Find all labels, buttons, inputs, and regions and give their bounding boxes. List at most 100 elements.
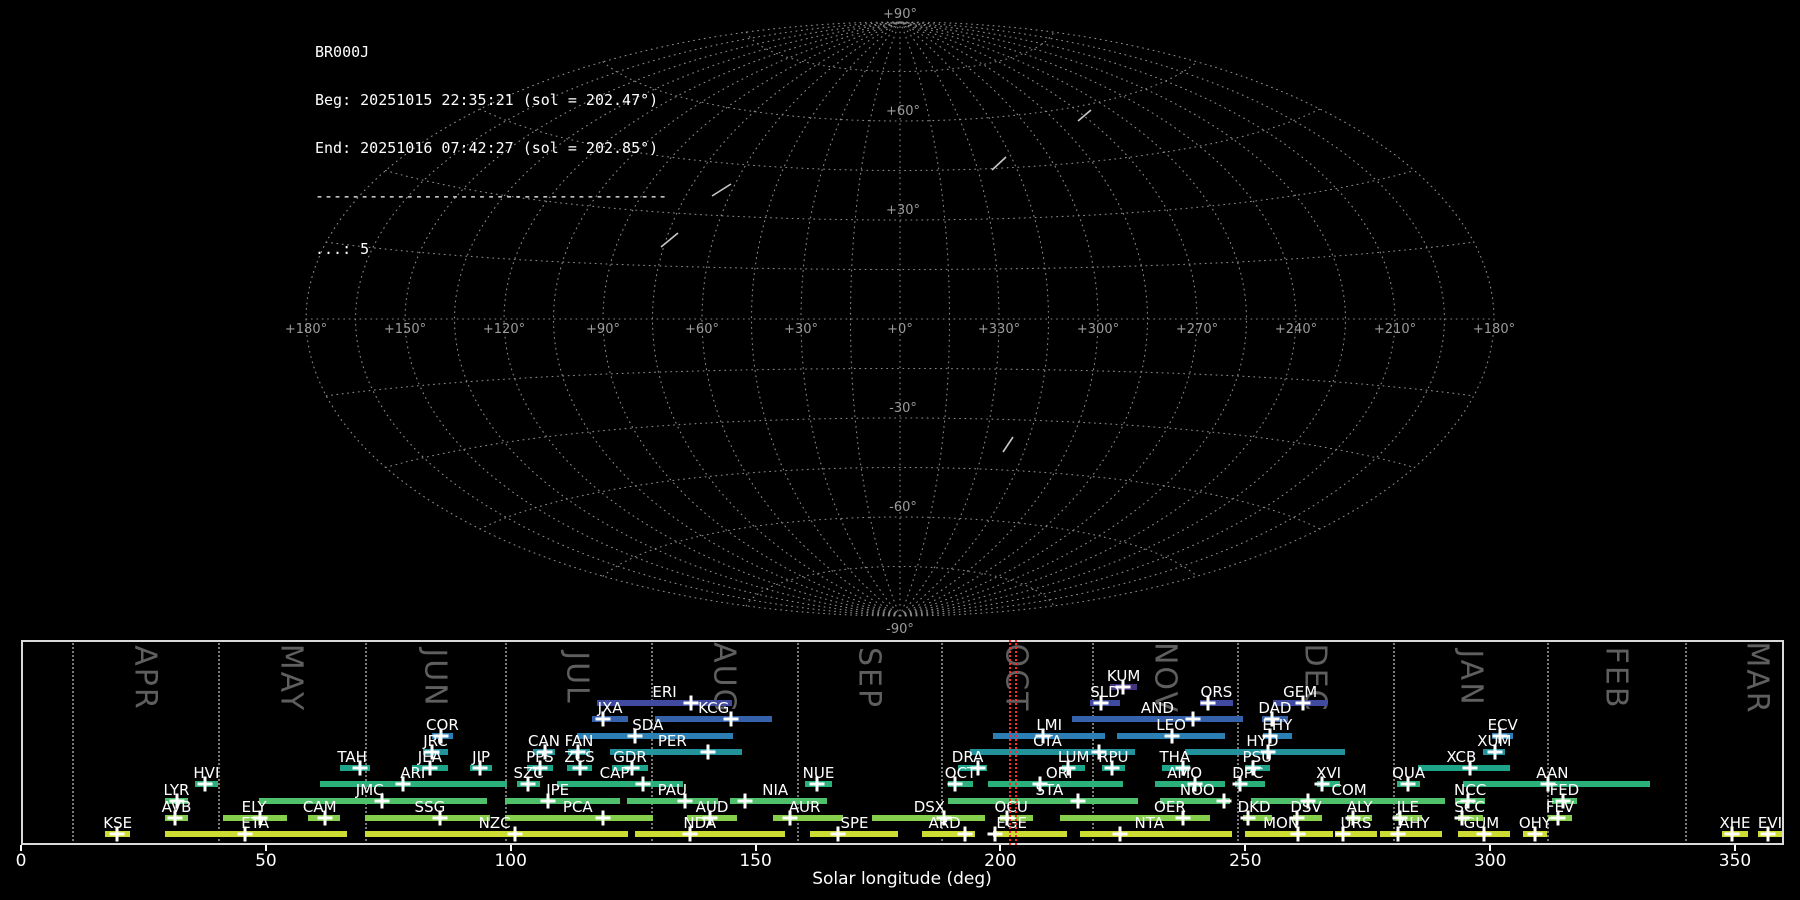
- shower-label-lyr: LYR: [163, 781, 190, 799]
- shower-peak-marker-eri: [683, 695, 699, 711]
- shower-label-ehy: EHY: [1262, 716, 1293, 734]
- shower-label-mon: MON: [1263, 814, 1300, 832]
- shower-label-nue: NUE: [802, 764, 835, 782]
- shower-label-jrc: JRC: [423, 732, 448, 750]
- shower-label-eta: ETA: [241, 814, 269, 832]
- shower-label-sda: SDA: [632, 716, 664, 734]
- x-axis-tick-label: 50: [255, 851, 277, 871]
- shower-label-jmc: JMC: [355, 781, 384, 799]
- shower-label-sld: SLD: [1090, 683, 1120, 701]
- shower-label-cor: COR: [426, 716, 459, 734]
- shower-label-ipe: IPE: [546, 781, 570, 799]
- x-axis-tick-label: 100: [494, 851, 527, 871]
- shower-label-pau: PAU: [657, 781, 687, 799]
- shower-label-can: CAN: [528, 732, 560, 750]
- shower-label-ors: ORS: [1200, 683, 1233, 701]
- shower-peak-marker-noo: [1216, 793, 1232, 809]
- shower-label-cta: CTA: [1033, 732, 1062, 750]
- shower-label-psu: PSU: [1242, 748, 1273, 766]
- meteor-trail: [1077, 109, 1092, 122]
- shower-label-ely: ELY: [241, 798, 267, 816]
- shower-label-xcb: XCB: [1446, 748, 1477, 766]
- shower-label-fed: FED: [1549, 781, 1580, 799]
- longitude-label: +300°: [1077, 322, 1119, 337]
- shower-label-aur: AUR: [788, 798, 821, 816]
- sky-map-svg: +90° -90° +180° +150° +120° +90° +60° +30° +0° +3…: [285, 7, 1515, 637]
- shower-label-amo: AMO: [1167, 764, 1203, 782]
- shower-peak-marker-per: [700, 744, 716, 760]
- shower-label-avb: AVB: [161, 798, 192, 816]
- shower-label-and: AND: [1140, 699, 1174, 717]
- longitude-label: +210°: [1374, 322, 1416, 337]
- shower-label-fan: FAN: [564, 732, 594, 750]
- latitude-label: +60°: [886, 104, 920, 119]
- shower-label-evi: EVI: [1757, 814, 1783, 832]
- shower-label-jea: JEA: [417, 748, 442, 766]
- shower-label-dpc: DPC: [1232, 764, 1264, 782]
- shower-label-nzc: NZC: [478, 814, 511, 832]
- latitude-label: +30°: [886, 203, 920, 218]
- x-axis-tick-label: 200: [984, 851, 1017, 871]
- longitude-label: +0°: [887, 322, 913, 337]
- longitude-label: +270°: [1176, 322, 1218, 337]
- shower-label-urs: URS: [1340, 814, 1372, 832]
- shower-label-gum: GUM: [1463, 814, 1500, 832]
- shower-label-kse: KSE: [103, 814, 133, 832]
- shower-label-tah: TAH: [337, 748, 367, 766]
- x-axis-tick-label: 350: [1718, 851, 1752, 871]
- shower-label-ohy: OHY: [1518, 814, 1552, 832]
- longitude-label: +60°: [685, 322, 719, 337]
- shower-label-aly: ALY: [1346, 798, 1373, 816]
- shower-peak-marker-and: [1185, 711, 1201, 727]
- longitude-label: +90°: [586, 322, 620, 337]
- shower-label-eri: ERI: [652, 683, 677, 701]
- shower-label-jxa: JXA: [597, 699, 623, 717]
- shower-label-zcs: ZCS: [564, 748, 595, 766]
- begin-time: Beg: 20251015 22:35:21 (sol = 202.47°): [315, 91, 659, 109]
- latitude-label: -30°: [889, 401, 917, 416]
- shower-label-per: PER: [657, 732, 687, 750]
- shower-label-ssg: SSG: [414, 798, 446, 816]
- shower-label-jip: JIP: [472, 748, 491, 766]
- x-axis-tick-label: 300: [1473, 851, 1507, 871]
- shower-label-xhe: XHE: [1719, 814, 1751, 832]
- shower-label-lum: LUM: [1057, 748, 1090, 766]
- shower-label-lmi: LMI: [1036, 716, 1063, 734]
- shower-label-nta: NTA: [1134, 814, 1165, 832]
- shower-label-ahy: AHY: [1398, 814, 1430, 832]
- shower-label-dra: DRA: [951, 748, 984, 766]
- observation-header: BR000J Beg: 20251015 22:35:21 (sol = 202…: [315, 12, 667, 289]
- shower-label-spe: SPE: [840, 814, 869, 832]
- longitude-label: +180°: [285, 322, 327, 337]
- longitude-label: +30°: [784, 322, 818, 337]
- shower-peak-marker-nta: [1112, 826, 1128, 842]
- shower-label-sta: STA: [1035, 781, 1064, 799]
- meteor-count: ...: 5: [315, 240, 370, 258]
- shower-label-noo: NOO: [1179, 781, 1215, 799]
- shower-label-com: COM: [1331, 781, 1367, 799]
- longitude-label: +330°: [978, 322, 1020, 337]
- shower-label-ard: ARD: [928, 814, 961, 832]
- shower-label-pps: PPS: [526, 748, 554, 766]
- shower-label-hyd: HYD: [1246, 732, 1279, 750]
- current-sol-line: [1009, 640, 1018, 845]
- shower-label-ecv: ECV: [1487, 716, 1518, 734]
- shower-label-tha: THA: [1159, 748, 1191, 766]
- shower-label-ori: ORI: [1045, 764, 1073, 782]
- station-id: BR000J: [315, 43, 370, 61]
- shower-label-qua: QUA: [1392, 764, 1426, 782]
- shower-label-oer: OER: [1154, 798, 1186, 816]
- shower-peak-marker-cap: [635, 776, 651, 792]
- x-axis-tick-label: 0: [15, 851, 27, 871]
- longitude-label: +180°: [1473, 322, 1515, 337]
- shower-peak-marker-pca: [595, 810, 611, 826]
- south-pole-label: -90°: [886, 622, 914, 637]
- shower-label-oct: OCT: [944, 764, 977, 782]
- shower-label-dsx: DSX: [913, 798, 946, 816]
- shower-label-scc: SCC: [1454, 798, 1485, 816]
- header-separator: ---------------------------------------: [315, 187, 668, 205]
- shower-peak-marker-nia: [737, 793, 753, 809]
- north-pole-label: +90°: [883, 7, 917, 22]
- meteor-trail: [991, 156, 1007, 171]
- shower-label-ari: ARI: [400, 764, 426, 782]
